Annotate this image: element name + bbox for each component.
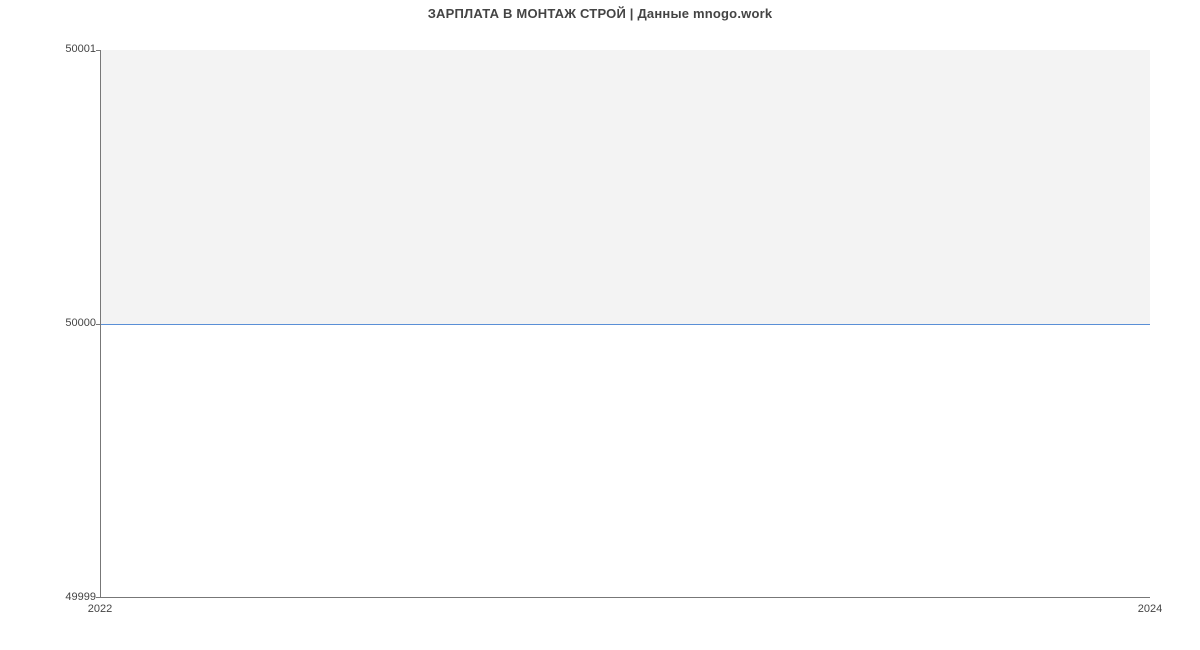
area-fill [101,50,1150,324]
y-tick-label: 50000 [46,318,96,329]
chart-title: ЗАРПЛАТА В МОНТАЖ СТРОЙ | Данные mnogo.w… [0,6,1200,21]
x-tick-label: 2024 [1130,604,1170,615]
x-tick-label: 2022 [80,604,120,615]
y-tick-label: 49999 [46,592,96,603]
plot-area [100,50,1150,598]
chart-container: ЗАРПЛАТА В МОНТАЖ СТРОЙ | Данные mnogo.w… [0,0,1200,650]
data-line [101,324,1150,325]
y-tick-label: 50001 [46,44,96,55]
